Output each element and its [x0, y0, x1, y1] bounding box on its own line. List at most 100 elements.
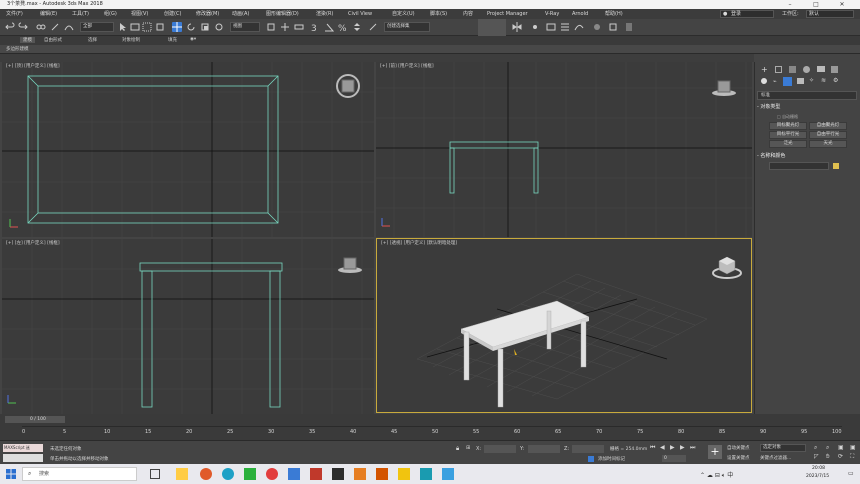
- hierarchy-tab-icon[interactable]: [789, 66, 796, 73]
- powerpoint-icon[interactable]: [376, 468, 388, 480]
- create-tab-icon[interactable]: +: [761, 65, 768, 74]
- field-of-view-icon[interactable]: ◸: [814, 453, 819, 460]
- go-to-end-icon[interactable]: ⏭: [690, 444, 695, 452]
- motion-tab-icon[interactable]: [803, 66, 810, 73]
- menu-project-manager[interactable]: Project Manager: [487, 9, 528, 19]
- maximize-viewport-icon[interactable]: ⛶: [850, 453, 854, 461]
- utilities-tab-icon[interactable]: [831, 66, 838, 73]
- set-key-button[interactable]: 设置关键点: [727, 455, 750, 461]
- add-time-tag-button[interactable]: 添加时间标记: [598, 456, 625, 462]
- app-icon-blue[interactable]: [288, 468, 300, 480]
- menu-vray[interactable]: V-Ray: [545, 9, 559, 19]
- ribbon-tab-populate[interactable]: 填充: [168, 37, 177, 43]
- viewport-label-front[interactable]: [+] [前] [用户定义] [线框]: [380, 63, 434, 69]
- skylight-button[interactable]: 天光: [809, 140, 847, 148]
- object-color-swatch[interactable]: [833, 163, 839, 169]
- selected-object-dropdown[interactable]: 选定对象: [760, 444, 806, 452]
- space-warps-icon[interactable]: ≋: [821, 77, 826, 84]
- edge-icon[interactable]: [222, 468, 234, 480]
- shapes-icon[interactable]: ⌁: [773, 78, 777, 85]
- lock-selection-icon[interactable]: 🔒︎: [456, 445, 459, 453]
- menu-views[interactable]: 视图(V): [131, 9, 148, 19]
- object-name-input[interactable]: [769, 162, 829, 170]
- select-scale-icon[interactable]: [200, 22, 210, 32]
- sign-in-dropdown[interactable]: ● 登录: [720, 10, 774, 18]
- menu-graph-editors[interactable]: 图形编辑器(D): [266, 9, 299, 19]
- viewport-label-perspective[interactable]: [+] [透视] [用户定义] [默认明暗处理]: [381, 240, 457, 246]
- scene-explorer-icon[interactable]: [560, 22, 570, 32]
- menu-arnold[interactable]: Arnold: [572, 9, 588, 19]
- menu-animation[interactable]: 动画(A): [232, 9, 249, 19]
- window-crossing-icon[interactable]: [155, 22, 165, 32]
- unlink-icon[interactable]: [50, 22, 60, 32]
- ribbon-tab-freeform[interactable]: 自由形式: [44, 37, 62, 43]
- geometry-icon[interactable]: [761, 78, 767, 84]
- percent-snap-icon[interactable]: %: [338, 22, 348, 32]
- named-selection-set-dropdown[interactable]: 创建选择集: [384, 22, 430, 32]
- maxscript-input[interactable]: [3, 454, 43, 462]
- angle-snap-icon[interactable]: [324, 22, 334, 32]
- auto-grid-checkbox[interactable]: □ 自动栅格: [777, 114, 798, 120]
- viewport-label-top[interactable]: [+] [顶] [用户定义] [线框]: [6, 63, 60, 69]
- omni-button[interactable]: 泛光: [769, 140, 807, 148]
- systems-icon[interactable]: ⚙: [833, 77, 838, 84]
- previous-frame-icon[interactable]: ◀: [660, 444, 665, 451]
- zoom-all-icon[interactable]: ⌕: [826, 444, 829, 452]
- 3dsmax-taskbar-icon[interactable]: [420, 468, 432, 480]
- redo-icon[interactable]: [18, 22, 28, 32]
- app-icon-lightblue[interactable]: [442, 468, 454, 480]
- selection-filter-dropdown[interactable]: 全部: [80, 22, 114, 32]
- menu-civil-view[interactable]: Civil View: [348, 9, 372, 19]
- ribbon-tab-selection[interactable]: 选择: [88, 37, 97, 43]
- menu-content[interactable]: 内容: [463, 9, 473, 19]
- taskbar-search-box[interactable]: ⌕ 搜索: [22, 467, 137, 481]
- place-icon[interactable]: [214, 22, 224, 32]
- current-frame-field[interactable]: 0: [662, 455, 686, 462]
- undo-icon[interactable]: [5, 22, 15, 32]
- layer-explorer-icon[interactable]: [546, 22, 556, 32]
- z-coordinate-field[interactable]: [572, 445, 604, 453]
- media-icon[interactable]: [266, 468, 278, 480]
- material-editor-icon[interactable]: [592, 22, 602, 32]
- menu-edit[interactable]: 编辑(E): [40, 9, 57, 19]
- add-key-icon[interactable]: +: [708, 445, 722, 459]
- viewport-top[interactable]: [+] [顶] [用户定义] [线框]: [2, 62, 374, 237]
- go-to-start-icon[interactable]: ⏮: [650, 444, 655, 452]
- track-bar[interactable]: 0 5 10 15 20 25 30 35 40 45 50 55 60 65 …: [22, 426, 842, 438]
- zoom-icon[interactable]: ⌕: [814, 444, 817, 452]
- lights-icon[interactable]: [783, 77, 792, 86]
- render-icon[interactable]: [624, 22, 634, 32]
- workspace-dropdown[interactable]: 默认: [806, 10, 854, 18]
- curve-editor-icon[interactable]: [574, 22, 584, 32]
- windows-start-icon[interactable]: [6, 469, 16, 479]
- key-filters-button[interactable]: 关键点过滤器...: [760, 455, 791, 461]
- task-view-icon[interactable]: [150, 469, 160, 479]
- select-by-name-icon[interactable]: [130, 22, 140, 32]
- x-coordinate-field[interactable]: [484, 445, 516, 453]
- cameras-icon[interactable]: [797, 78, 804, 84]
- menu-scripting[interactable]: 脚本(S): [430, 9, 447, 19]
- select-manipulate-icon[interactable]: [280, 22, 290, 32]
- pan-icon[interactable]: ✋︎: [826, 453, 829, 461]
- ribbon-tab-object-paint[interactable]: 对象绘制: [122, 37, 140, 43]
- helpers-icon[interactable]: ✧: [809, 77, 814, 84]
- menu-create[interactable]: 创建(C): [164, 9, 181, 19]
- menu-rendering[interactable]: 渲染(R): [316, 9, 333, 19]
- maxscript-listener[interactable]: MAXScript 迷: [3, 444, 43, 452]
- time-slider[interactable]: 0 / 100: [5, 416, 65, 423]
- free-spot-button[interactable]: 自由聚光灯: [809, 122, 847, 130]
- absolute-mode-icon[interactable]: ⊞: [466, 445, 470, 451]
- light-type-dropdown[interactable]: 标准: [757, 91, 857, 100]
- render-setup-icon[interactable]: [608, 22, 618, 32]
- select-object-icon[interactable]: [118, 22, 128, 32]
- notifications-icon[interactable]: ▭: [848, 470, 854, 477]
- reference-coordinate-dropdown[interactable]: 视图: [230, 22, 260, 32]
- menu-tools[interactable]: 工具(T): [72, 9, 89, 19]
- next-frame-icon[interactable]: ▶︎: [680, 444, 685, 451]
- app-icon-red[interactable]: [310, 468, 322, 480]
- minimize-icon[interactable]: –: [780, 0, 800, 9]
- menu-file[interactable]: 文件(F): [6, 9, 23, 19]
- menu-modifiers[interactable]: 修改器(M): [196, 9, 219, 19]
- menu-group[interactable]: 组(G): [104, 9, 117, 19]
- zoom-extents-icon[interactable]: ▣: [838, 444, 844, 451]
